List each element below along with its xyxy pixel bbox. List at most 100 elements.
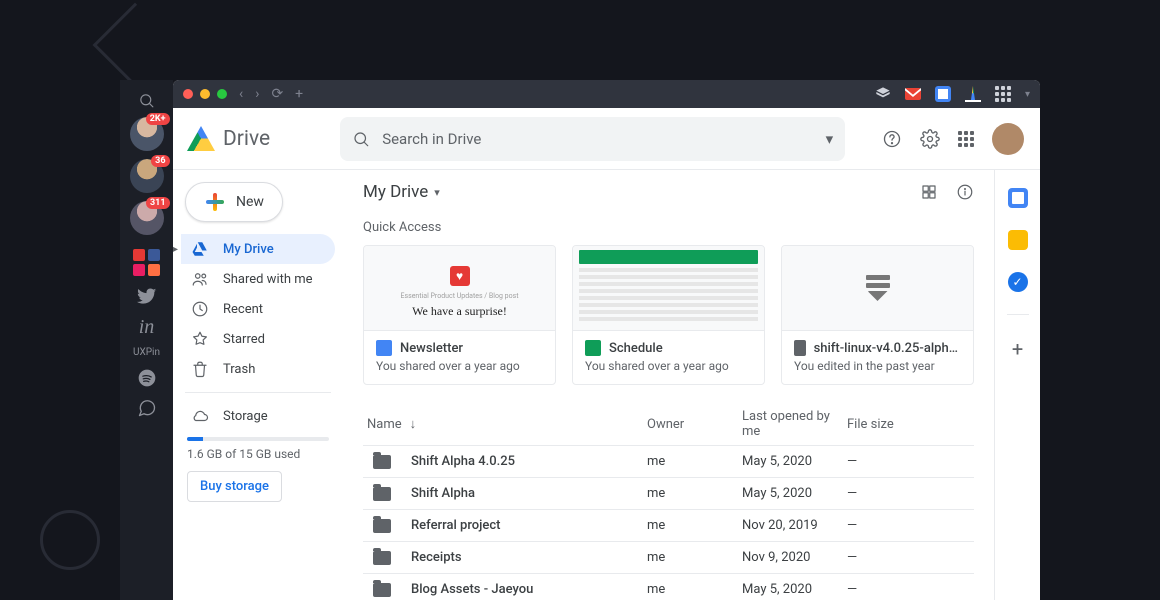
table-row[interactable]: Shift Alpha 4.0.25meMay 5, 2020— [363,445,974,477]
col-opened[interactable]: Last opened by me [742,409,847,439]
sidebar-item-label: Recent [223,302,263,317]
invision-icon[interactable]: in [139,316,155,339]
zoom-icon[interactable] [217,89,227,99]
sidebar-item-starred[interactable]: Starred [181,324,335,354]
file-opened: May 5, 2020 [742,582,847,597]
forward-button[interactable]: › [255,86,259,102]
spotify-icon[interactable] [137,368,157,388]
gmail-icon[interactable] [905,86,921,102]
apps-grid-icon[interactable] [995,86,1011,102]
col-owner[interactable]: Owner [647,417,742,432]
file-size: — [847,486,970,501]
thumbnail-headline: We have a surprise! [412,304,507,319]
expand-icon[interactable]: ▸ [173,244,178,255]
sheets-icon [585,340,601,356]
search-options-icon[interactable]: ▾ [826,130,834,148]
info-icon[interactable] [956,183,974,201]
workspace-avatar[interactable]: 311 [130,201,164,235]
file-opened: Nov 20, 2019 [742,518,847,533]
card-title: Schedule [609,341,663,356]
col-name[interactable]: Name [367,417,402,432]
layers-icon[interactable] [875,86,891,102]
card-title: shift-linux-v4.0.25-alpha+6d23c8... [814,341,961,356]
breadcrumb-label: My Drive [363,182,428,202]
titlebar: ‹ › ⟳ + ▾ [173,80,1040,108]
table-row[interactable]: Shift AlphameMay 5, 2020— [363,477,974,509]
back-button[interactable]: ‹ [239,86,243,102]
card-title: Newsletter [400,341,463,356]
file-size: — [847,518,970,533]
cloud-icon [191,407,209,425]
traffic-lights[interactable] [183,89,227,99]
sidebar-item-shared[interactable]: Shared with me [181,264,335,294]
table-row[interactable]: Referral project meNov 20, 2019— [363,509,974,541]
sidebar-item-label: Shared with me [223,272,313,287]
help-icon[interactable] [882,129,902,149]
calendar-icon[interactable] [935,86,951,102]
grid-view-icon[interactable] [920,183,938,201]
sidebar-item-storage[interactable]: Storage [181,401,335,431]
search-input[interactable]: Search in Drive ▾ [340,117,845,161]
drive-tab-icon[interactable] [965,86,981,102]
whatsapp-icon[interactable] [137,398,157,418]
archive-icon [794,340,806,356]
dock-search-icon[interactable] [138,92,155,109]
file-owner: me [647,518,742,533]
table-row[interactable]: Blog Assets - JaeyoumeMay 5, 2020— [363,573,974,600]
chevron-down-icon: ▾ [434,186,440,199]
account-avatar[interactable] [992,123,1024,155]
docs-icon [376,340,392,356]
add-addon-button[interactable]: + [1012,337,1023,361]
uxpin-icon[interactable]: UXPin [133,347,160,358]
quick-access-card[interactable]: shift-linux-v4.0.25-alpha+6d23c8... You … [781,245,974,385]
dock-app-grid[interactable] [133,249,160,276]
quick-access-card[interactable]: Essential Product Updates / Blog post We… [363,245,556,385]
main-content: My Drive ▾ Quick Access Essential Produc… [343,170,994,600]
heart-icon [450,266,470,286]
sidebar-item-label: Storage [223,409,268,424]
folder-icon [373,519,391,533]
reload-button[interactable]: ⟳ [271,86,283,102]
twitter-icon[interactable] [137,286,157,306]
new-button[interactable]: New [185,182,283,222]
apps-icon[interactable] [958,131,974,147]
trash-icon [191,360,209,378]
plus-icon [204,191,226,213]
keep-icon[interactable] [1008,230,1028,250]
folder-icon [373,551,391,565]
file-name: Receipts [411,550,462,565]
tasks-icon[interactable] [1008,272,1028,292]
file-size: — [847,550,970,565]
drive-logo[interactable]: Drive [187,126,270,151]
sidebar-item-my-drive[interactable]: ▸ My Drive [181,234,335,264]
col-size[interactable]: File size [847,417,970,432]
file-owner: me [647,582,742,597]
table-row[interactable]: ReceiptsmeNov 9, 2020— [363,541,974,573]
sidebar-item-recent[interactable]: Recent [181,294,335,324]
storage-bar [187,437,329,441]
sort-arrow-icon[interactable]: ↓ [410,416,417,432]
file-name: Shift Alpha 4.0.25 [411,454,515,469]
calendar-icon[interactable] [1008,188,1028,208]
workspace-avatar[interactable]: 36 [130,159,164,193]
drive-icon [191,240,209,258]
file-table: Name↓ Owner Last opened by me File size … [363,403,974,600]
menu-caret-icon[interactable]: ▾ [1025,89,1030,100]
clock-icon [191,300,209,318]
buy-storage-button[interactable]: Buy storage [187,471,282,502]
sidebar-item-trash[interactable]: Trash [181,354,335,384]
breadcrumb[interactable]: My Drive ▾ [363,182,440,202]
quick-access-card[interactable]: Schedule You shared over a year ago [572,245,765,385]
thumbnail [782,246,973,330]
minimize-icon[interactable] [200,89,210,99]
settings-icon[interactable] [920,129,940,149]
close-icon[interactable] [183,89,193,99]
star-icon [191,330,209,348]
folder-icon [373,455,391,469]
file-opened: May 5, 2020 [742,486,847,501]
file-name: Blog Assets - Jaeyou [411,582,533,597]
workspace-avatar[interactable]: 2K+ [130,117,164,151]
add-tab-button[interactable]: + [295,86,303,102]
file-name: Referral project [411,518,501,533]
file-owner: me [647,454,742,469]
